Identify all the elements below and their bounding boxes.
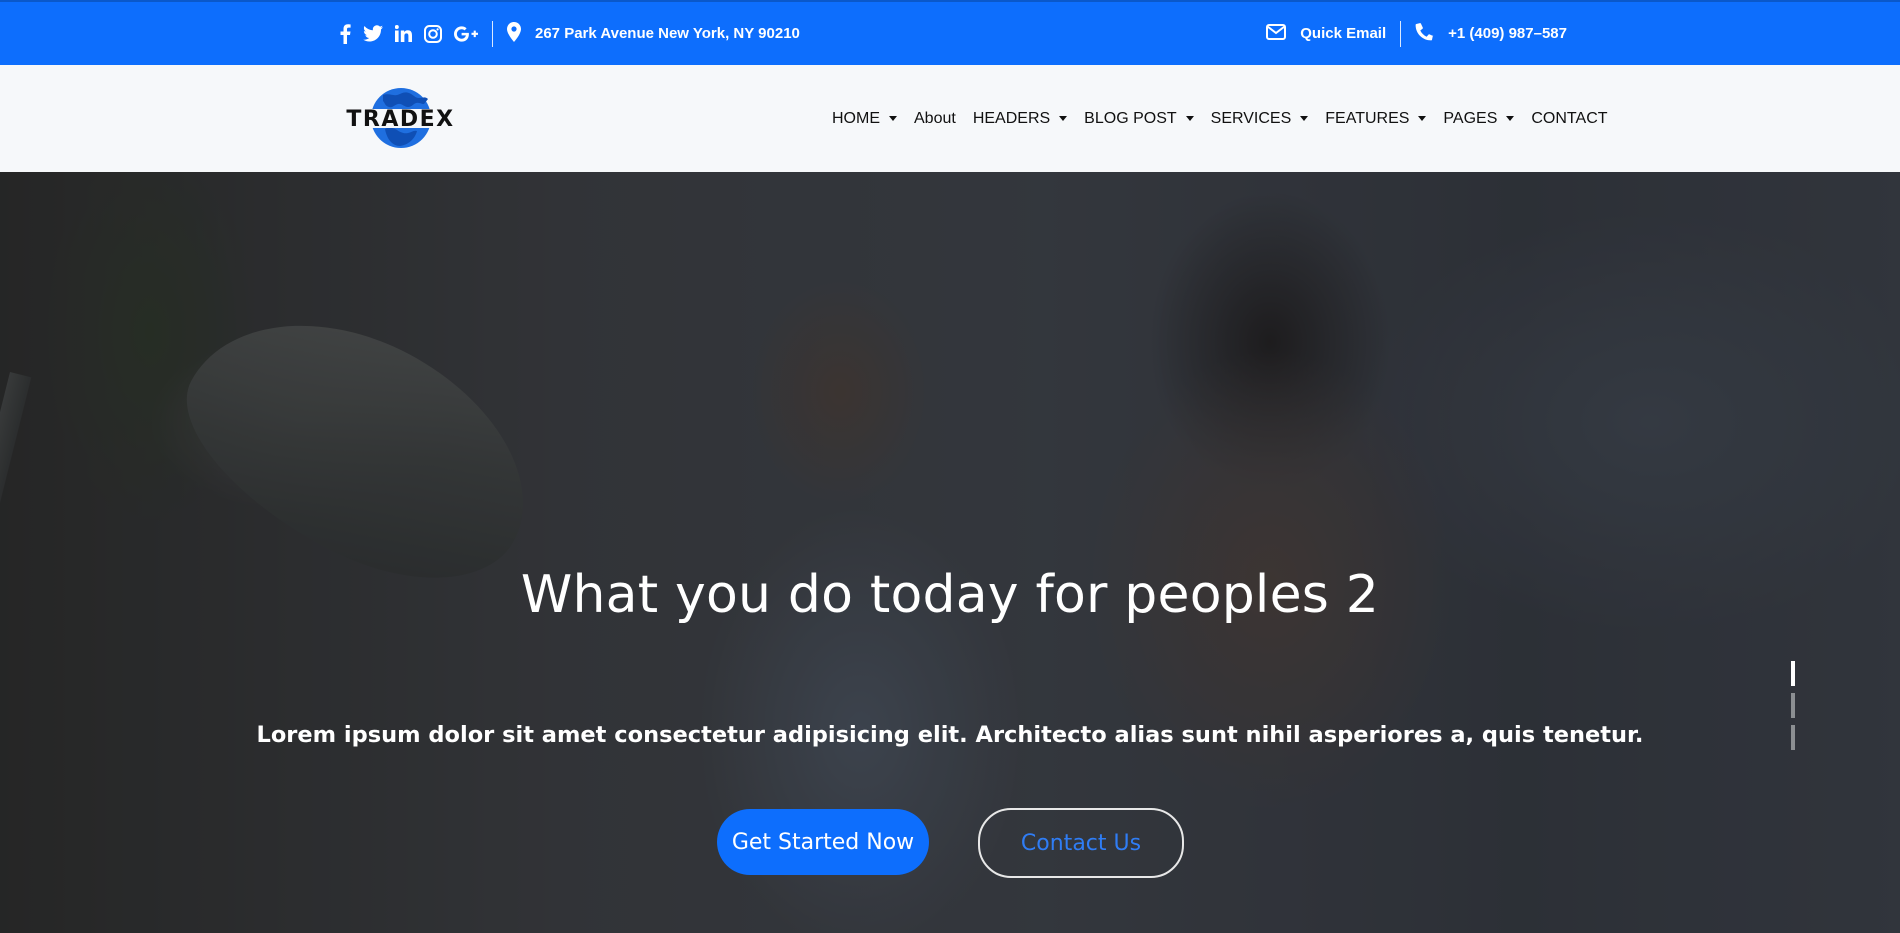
caret-down-icon <box>1418 116 1427 121</box>
hero-slider: What you do today for peoples 2 Lorem ip… <box>0 172 1900 933</box>
divider <box>492 20 493 47</box>
nav-label: CONTACT <box>1531 109 1608 127</box>
nav-item-headers[interactable]: HEADERS <box>972 109 1068 128</box>
top-contact-bar: 267 Park Avenue New York, NY 90210 Quick… <box>0 0 1900 65</box>
nav-label: BLOG POST <box>1084 109 1177 127</box>
nav-label: PAGES <box>1443 109 1498 127</box>
top-bar-right: Quick Email +1 (409) 987–587 <box>1266 2 1567 65</box>
slide-indicator-2[interactable] <box>1791 693 1795 718</box>
main-navigation: HOME About HEADERS BLOG POST SERVICES FE… <box>832 65 1608 172</box>
envelope-icon <box>1266 23 1287 44</box>
twitter-icon[interactable] <box>363 25 383 42</box>
nav-item-pages[interactable]: PAGES <box>1443 109 1515 128</box>
nav-item-about[interactable]: About <box>914 110 956 128</box>
main-header: TRADEX HOME About HEADERS BLOG POST SERV… <box>0 65 1900 172</box>
top-bar-left: 267 Park Avenue New York, NY 90210 <box>340 2 800 65</box>
phone-link[interactable]: +1 (409) 987–587 <box>1415 22 1567 45</box>
map-pin-icon <box>507 21 521 46</box>
hero-dark-overlay <box>0 172 1900 933</box>
nav-item-blog-post[interactable]: BLOG POST <box>1084 109 1194 128</box>
slide-indicators <box>1791 661 1796 750</box>
nav-label: SERVICES <box>1210 109 1292 127</box>
nav-item-features[interactable]: FEATURES <box>1325 109 1427 128</box>
slide-indicator-3[interactable] <box>1791 725 1795 750</box>
quick-email-link[interactable]: Quick Email <box>1266 23 1387 44</box>
phone-number: +1 (409) 987–587 <box>1448 25 1567 42</box>
nav-label: HEADERS <box>972 109 1051 127</box>
instagram-icon[interactable] <box>424 24 442 43</box>
caret-down-icon <box>1059 116 1068 121</box>
divider <box>1400 20 1402 47</box>
slide-indicator-1[interactable] <box>1791 661 1795 686</box>
quick-email-label: Quick Email <box>1300 25 1387 42</box>
tradex-logo[interactable]: TRADEX <box>343 87 458 149</box>
nav-item-services[interactable]: SERVICES <box>1211 110 1309 128</box>
logo-text: TRADEX <box>346 107 454 132</box>
get-started-button[interactable]: Get Started Now <box>717 809 929 875</box>
caret-down-icon <box>1506 116 1515 121</box>
contact-us-button[interactable]: Contact Us <box>978 808 1184 878</box>
phone-icon <box>1415 22 1434 45</box>
facebook-icon[interactable] <box>340 23 351 44</box>
caret-down-icon <box>889 116 897 121</box>
nav-label: FEATURES <box>1325 109 1410 127</box>
caret-down-icon <box>1300 116 1309 121</box>
linkedin-icon[interactable] <box>395 25 412 42</box>
nav-label: HOME <box>832 109 880 127</box>
nav-item-contact[interactable]: CONTACT <box>1531 110 1607 128</box>
hero-subtitle: Lorem ipsum dolor sit amet consectetur a… <box>256 722 1644 748</box>
nav-item-home[interactable]: HOME <box>832 110 897 128</box>
hero-title: What you do today for peoples 2 <box>520 565 1380 625</box>
address-text: 267 Park Avenue New York, NY 90210 <box>535 25 800 42</box>
caret-down-icon <box>1185 116 1194 121</box>
social-links <box>340 22 478 46</box>
nav-label: About <box>914 109 956 127</box>
google-plus-icon[interactable] <box>454 25 478 42</box>
address-info: 267 Park Avenue New York, NY 90210 <box>507 21 800 46</box>
